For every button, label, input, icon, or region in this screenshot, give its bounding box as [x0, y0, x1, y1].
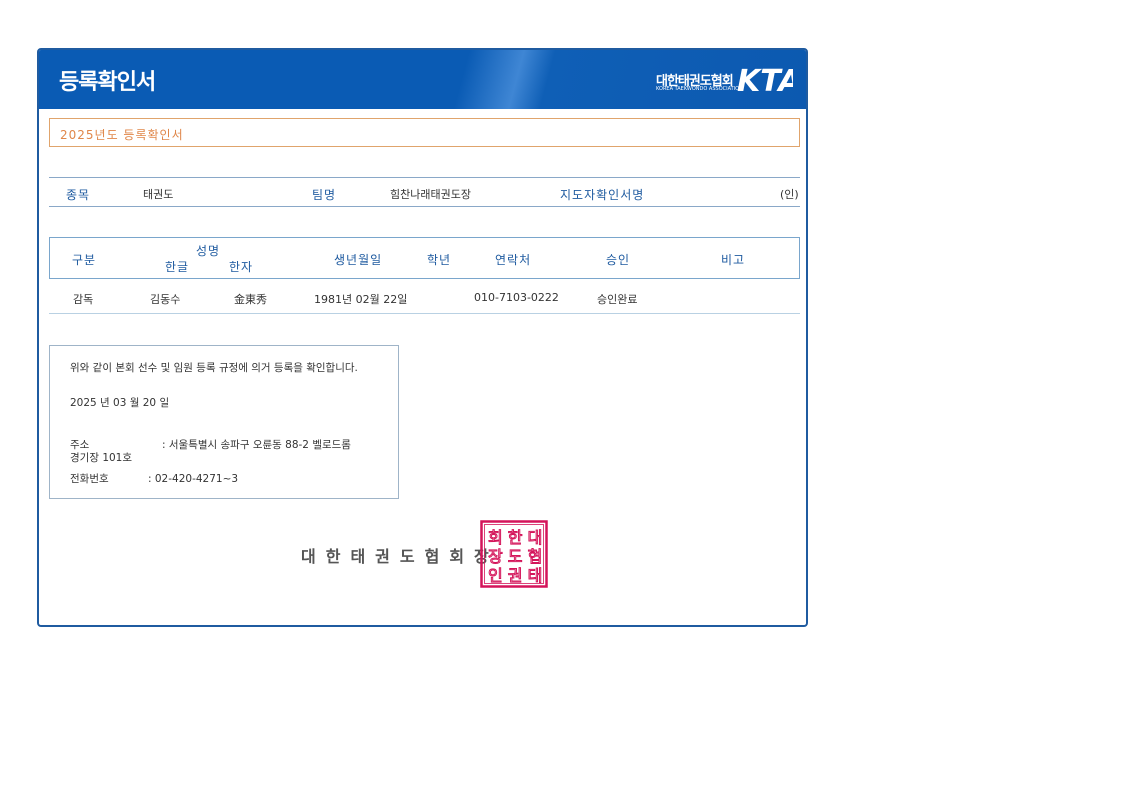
cell-approval: 승인완료 — [597, 293, 638, 306]
cell-contact: 010-7103-0222 — [474, 291, 559, 304]
svg-text:인 권 태: 인 권 태 — [488, 566, 542, 585]
table-row: 감독 김동수 金東秀 1981년 02월 22일 010-7103-0222 승… — [49, 279, 800, 314]
address-label: 주소 — [70, 439, 90, 451]
official-seal-icon: 회 한 대 장 도 협 인 권 태 — [480, 520, 548, 588]
org-name-english: KOREA TAEKWONDO ASSOCIATION — [656, 86, 743, 92]
certificate-title: 등록확인서 — [59, 70, 156, 95]
address-value: : 서울특별시 송파구 오륜동 88-2 벨로드롬 — [162, 439, 351, 451]
event-value: 태권도 — [143, 188, 174, 201]
col-grade: 학년 — [427, 253, 452, 267]
kta-logo-icon: KTA — [737, 64, 793, 98]
confirmation-statement: 위와 같이 본회 선수 및 임원 등록 규정에 의거 등록을 확인합니다. — [70, 362, 358, 374]
cell-name-hanja: 金東秀 — [234, 293, 267, 306]
col-name-hanja: 한자 — [229, 260, 254, 274]
team-label: 팀명 — [312, 188, 337, 202]
confirmation-box: 위와 같이 본회 선수 및 임원 등록 규정에 의거 등록을 확인합니다. 20… — [49, 345, 399, 499]
col-name: 성명 — [196, 244, 221, 258]
phone-label: 전화번호 — [70, 473, 109, 485]
col-contact: 연락처 — [495, 253, 532, 267]
address-value-2: 경기장 101호 — [70, 452, 133, 464]
col-approval: 승인 — [606, 253, 631, 267]
certificate-header: 등록확인서 대한태권도협회 KOREA TAEKWONDO ASSOCIATIO… — [39, 50, 806, 109]
col-name-korean: 한글 — [165, 260, 190, 274]
phone-line: 전화번호 : 02-420-4271~3 — [70, 473, 380, 486]
year-title: 2025년도 등록확인서 — [60, 128, 184, 142]
cell-birth: 1981년 02월 22일 — [314, 293, 408, 306]
member-table-header: 구분 성명 한글 한자 생년월일 학년 연락처 승인 비고 — [49, 237, 800, 279]
team-value: 힘찬나래태권도장 — [390, 188, 471, 201]
phone-value: : 02-420-4271~3 — [148, 473, 239, 485]
address-line: 주소 : 서울특별시 송파구 오륜동 88-2 벨로드롬 — [70, 439, 380, 452]
signatory-name: 대한태권도협회장 — [301, 547, 499, 566]
instructor-sign-label: 지도자확인서명 — [560, 188, 645, 202]
registration-certificate-card: 등록확인서 대한태권도협회 KOREA TAEKWONDO ASSOCIATIO… — [37, 48, 808, 627]
cell-category: 감독 — [73, 293, 94, 306]
kta-logo-text: KTA — [737, 64, 793, 98]
col-category: 구분 — [72, 253, 97, 267]
confirmation-date: 2025 년 03 월 20 일 — [70, 397, 170, 409]
year-title-box: 2025년도 등록확인서 — [49, 118, 800, 147]
cell-name-korean: 김동수 — [150, 293, 181, 306]
col-birth: 생년월일 — [334, 253, 383, 267]
svg-text:장 도 협: 장 도 협 — [488, 547, 542, 566]
svg-text:회 한 대: 회 한 대 — [488, 528, 542, 547]
team-info-row: 종목 태권도 팀명 힘찬나래태권도장 지도자확인서명 (인) — [49, 177, 800, 207]
seal-mark: (인) — [780, 188, 799, 201]
col-note: 비고 — [721, 253, 746, 267]
event-label: 종목 — [66, 188, 91, 202]
